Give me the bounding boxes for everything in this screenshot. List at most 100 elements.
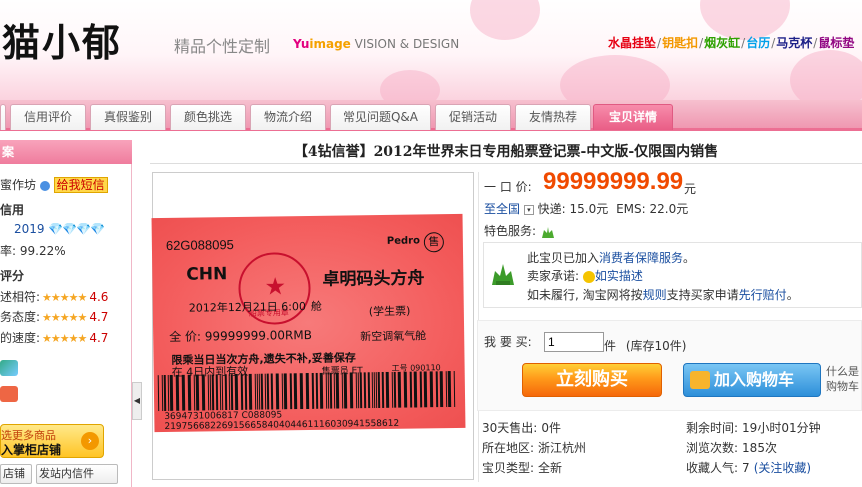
stat-value: 全新 (538, 461, 563, 475)
rules-link[interactable]: 规则 (643, 288, 667, 302)
promise-icon (582, 270, 595, 283)
credit-title: 信用 (0, 203, 25, 217)
guarantee-line3-prefix: 如未履行, 淘宝网将按 (527, 288, 643, 302)
stat-label: 浏览次数: (686, 441, 739, 455)
stat-row: 收藏人气: 7 (关注收藏) (686, 459, 811, 476)
guarantee-line3-suffix: 。 (786, 288, 799, 302)
favorite-link[interactable]: (关注收藏) (754, 461, 811, 475)
item-photo[interactable]: 62G088095 Pedro 售 CHN ★ 船票专用章 卓明码头方舟 201… (151, 213, 466, 433)
score-row: 务态度: ★★★★★ 4.7 (0, 308, 108, 325)
guarantee-line1-suffix: 。 (683, 251, 696, 265)
good-rate-label: 率: (0, 244, 17, 258)
score-value: 4.6 (89, 290, 109, 304)
tab-4[interactable]: 物流介绍 (250, 104, 326, 130)
stat-value: 浙江杭州 (538, 441, 587, 455)
contact-prefix: 蜜作坊 (0, 178, 37, 192)
shipping-row: 至全国 ▾ 快递: 15.0元 EMS: 22.0元 (484, 200, 688, 217)
link-separator: / (813, 36, 818, 50)
quantity-input[interactable] (544, 332, 604, 352)
buy-now-button[interactable]: 立刻购买 (522, 363, 662, 397)
advance-compensation-link[interactable]: 先行赔付 (739, 288, 787, 302)
score-title: 评分 (0, 269, 25, 283)
subbrand-image: image (309, 37, 351, 51)
feature-label: 特色服务: (484, 224, 537, 238)
link-separator: / (741, 36, 746, 50)
tab-7[interactable]: 友情热荐 (515, 104, 591, 130)
stat-row: 30天售出: 0件 (482, 419, 561, 436)
quantity-row-suffix: 件 (库存10件) (604, 337, 686, 354)
consumer-protection-link[interactable]: 消费者保障服务 (599, 251, 683, 265)
subbrand-rest: VISION & DESIGN (350, 37, 460, 51)
ticket-code: 62G088095 (165, 237, 234, 253)
accurate-description-link[interactable]: 如实描述 (595, 269, 643, 283)
shop-logo[interactable]: 猫小郁 (2, 12, 122, 67)
send-message-button[interactable]: 发站内信件 (36, 464, 118, 484)
link-separator: / (699, 36, 704, 50)
add-to-cart-label: 加入购物车 (714, 370, 795, 389)
score-label: 述相符: (0, 290, 41, 304)
tab-3[interactable]: 颜色挑选 (170, 104, 246, 130)
shop-nav-bar: 信用评价 真假鉴别 颜色挑选 物流介绍 常见问题Q&A 促销活动 友情热荐 宝贝详情 (0, 100, 862, 131)
guarantee-box: 此宝贝已加入消费者保障服务。 卖家承诺: 如实描述 如未履行, 淘宝网将按规则支… (483, 242, 862, 308)
star-icon: ★ (264, 272, 287, 301)
category-link[interactable]: 马克杯 (776, 36, 812, 50)
protect-badge-icon[interactable] (0, 386, 18, 402)
credit-year-link[interactable]: 2019 (14, 222, 45, 236)
ticket-pedro: Pedro (386, 235, 421, 247)
score-row: 的速度: ★★★★★ 4.7 (0, 329, 108, 346)
tab-2[interactable]: 真假鉴别 (90, 104, 166, 130)
category-link[interactable]: 钥匙扣 (662, 36, 698, 50)
good-rate-value: 99.22% (19, 244, 66, 258)
stat-value: 7 (742, 461, 750, 475)
what-is-cart-link[interactable]: 什么是 购物车 (826, 364, 859, 394)
stat-value: 0件 (541, 421, 561, 435)
guarantee-line-2: 卖家承诺: 如实描述 (527, 267, 643, 284)
good-rate-row: 率: 99.22% (0, 242, 66, 259)
ticket-student: (学生票) (368, 304, 411, 319)
guarantee-icon[interactable] (540, 224, 556, 240)
badge-row-2 (0, 386, 18, 402)
tab-6[interactable]: 促销活动 (435, 104, 511, 130)
badge-row-1 (0, 360, 18, 376)
collapse-sidebar-icon[interactable]: ◀ (132, 382, 142, 420)
wangwang-icon[interactable] (39, 180, 50, 191)
category-link[interactable]: 水晶挂坠 (608, 36, 656, 50)
subbrand-yu: Yu (293, 37, 310, 51)
category-link[interactable]: 鼠标垫 (818, 36, 854, 50)
tab-partial[interactable] (0, 104, 6, 130)
quantity-unit: 件 (604, 339, 617, 353)
score-value: 4.7 (89, 331, 109, 345)
tab-5[interactable]: 常见问题Q&A (330, 104, 431, 130)
tab-1[interactable]: 信用评价 (10, 104, 86, 130)
score-row: 述相符: ★★★★★ 4.6 (0, 288, 108, 305)
seller-promise-label: 卖家承诺: (527, 269, 580, 283)
ship-to-link[interactable]: 至全国 (484, 202, 520, 216)
credit-row: 2019 💎💎💎💎 (14, 222, 105, 236)
send-sms-button[interactable]: 给我短信 (53, 177, 108, 193)
category-link[interactable]: 烟灰缸 (704, 36, 740, 50)
shipping-ems: EMS: 22.0元 (616, 202, 689, 216)
store-button[interactable]: 店铺 (0, 464, 32, 484)
badge-icon[interactable] (0, 360, 18, 376)
ticket-cabin-short: 舱 (310, 299, 322, 313)
score-label: 的速度: (0, 331, 41, 345)
subbrand-text: Yuimage VISION & DESIGN (293, 37, 459, 51)
tab-8[interactable]: 宝贝详情 (593, 104, 673, 130)
stock-count: (库存10件) (625, 339, 687, 353)
chevron-down-icon[interactable]: ▾ (523, 204, 534, 215)
category-link[interactable]: 台历 (746, 36, 770, 50)
price-label: 一 口 价: (484, 180, 532, 194)
cart-icon (690, 371, 710, 389)
enter-store-line2: 入掌柜店铺 (1, 443, 62, 457)
ticket-destination: 卓明码头方舟 (322, 268, 425, 290)
add-to-cart-button[interactable]: 加入购物车 (683, 363, 821, 397)
rating-stars-icon: ★★★★★ (42, 332, 87, 345)
quantity-label: 我 要 买: (484, 335, 532, 349)
what-is-cart-line2: 购物车 (826, 380, 859, 393)
shop-header: 猫小郁 精品个性定制 Yuimage VISION & DESIGN 水晶挂坠/… (0, 0, 862, 100)
contact-row: 蜜作坊 给我短信 (0, 176, 108, 193)
ticket-barcode-number: 3694731006817 C088095 219756682269156658… (164, 410, 400, 433)
rating-stars-icon: ★★★★★ (42, 311, 87, 324)
guarantee-line-1: 此宝贝已加入消费者保障服务。 (527, 249, 695, 266)
enter-store-button[interactable]: 选更多商品 入掌柜店铺 › (0, 424, 104, 458)
